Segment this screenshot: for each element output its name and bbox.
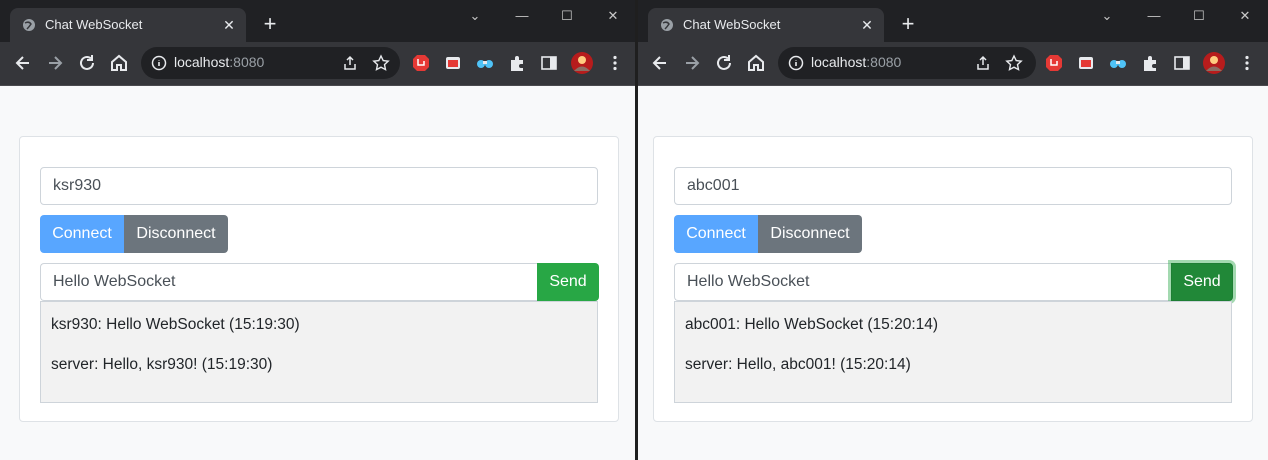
connect-button[interactable]: Connect xyxy=(40,215,124,253)
browser-tab[interactable]: Chat WebSocket ✕ xyxy=(648,8,884,42)
tab-strip: Chat WebSocket ✕ + ⌄ — ☐ ✕ xyxy=(0,0,635,42)
browser-toolbar: localhost:8080 xyxy=(638,42,1268,86)
globe-icon xyxy=(661,19,673,31)
minimize-icon[interactable]: — xyxy=(1140,4,1168,28)
close-window-icon[interactable]: ✕ xyxy=(599,4,627,28)
close-window-icon[interactable]: ✕ xyxy=(1231,4,1259,28)
new-tab-button[interactable]: + xyxy=(896,12,920,36)
minimize-icon[interactable]: — xyxy=(508,4,536,28)
reload-icon[interactable] xyxy=(74,50,100,76)
star-icon[interactable] xyxy=(372,54,390,72)
forward-icon[interactable] xyxy=(42,50,68,76)
close-tab-icon[interactable]: ✕ xyxy=(858,16,876,34)
address-bar[interactable]: localhost:8080 xyxy=(778,47,1036,79)
username-input[interactable]: ksr930 xyxy=(40,167,598,205)
tab-strip: Chat WebSocket ✕ + ⌄ — ☐ ✕ xyxy=(638,0,1268,42)
log-line: server: Hello, abc001! (15:20:14) xyxy=(685,356,911,373)
chevron-down-icon[interactable]: ⌄ xyxy=(461,4,489,28)
log-line: ksr930: Hello WebSocket (15:19:30) xyxy=(51,316,300,333)
disconnect-button[interactable]: Disconnect xyxy=(758,215,862,253)
maximize-icon[interactable]: ☐ xyxy=(1185,4,1213,28)
page-content: abc001 Connect Disconnect Hello WebSocke… xyxy=(638,86,1268,460)
menu-icon[interactable] xyxy=(1238,54,1256,72)
share-icon[interactable] xyxy=(974,54,992,72)
forward-icon[interactable] xyxy=(679,50,705,76)
browser-tab[interactable]: Chat WebSocket ✕ xyxy=(10,8,246,42)
disconnect-button[interactable]: Disconnect xyxy=(124,215,228,253)
avatar[interactable] xyxy=(1202,51,1226,75)
puzzle-icon[interactable] xyxy=(508,54,526,72)
menu-icon[interactable] xyxy=(606,54,624,72)
share-icon[interactable] xyxy=(341,54,359,72)
adblock-icon[interactable] xyxy=(1045,54,1063,72)
url-text: localhost:8080 xyxy=(811,54,902,70)
message-input[interactable]: Hello WebSocket xyxy=(674,263,1171,301)
chat-card: abc001 Connect Disconnect Hello WebSocke… xyxy=(653,136,1253,422)
binoculars-icon[interactable] xyxy=(476,54,494,72)
page-content: ksr930 Connect Disconnect Hello WebSocke… xyxy=(0,86,635,460)
chat-card: ksr930 Connect Disconnect Hello WebSocke… xyxy=(19,136,619,422)
browser-toolbar: localhost:8080 xyxy=(0,42,635,86)
connect-button[interactable]: Connect xyxy=(674,215,758,253)
binoculars-icon[interactable] xyxy=(1109,54,1127,72)
username-input[interactable]: abc001 xyxy=(674,167,1232,205)
sidepanel-icon[interactable] xyxy=(540,54,558,72)
back-icon[interactable] xyxy=(647,50,673,76)
url-text: localhost:8080 xyxy=(174,54,265,70)
star-icon[interactable] xyxy=(1005,54,1023,72)
info-icon[interactable] xyxy=(151,55,167,71)
maximize-icon[interactable]: ☐ xyxy=(553,4,581,28)
message-input[interactable]: Hello WebSocket xyxy=(40,263,537,301)
browser-window-right: Chat WebSocket ✕ + ⌄ — ☐ ✕ localhost:808… xyxy=(638,0,1268,460)
send-button[interactable]: Send xyxy=(537,263,599,301)
send-button[interactable]: Send xyxy=(1171,263,1233,301)
tab-title: Chat WebSocket xyxy=(683,17,781,32)
reload-icon[interactable] xyxy=(711,50,737,76)
avatar[interactable] xyxy=(570,51,594,75)
back-icon[interactable] xyxy=(10,50,36,76)
browser-window-left: Chat WebSocket ✕ + ⌄ — ☐ ✕ localhost:808… xyxy=(0,0,635,460)
log-line: server: Hello, ksr930! (15:19:30) xyxy=(51,356,273,373)
message-log: abc001: Hello WebSocket (15:20:14) serve… xyxy=(674,301,1232,403)
message-log: ksr930: Hello WebSocket (15:19:30) serve… xyxy=(40,301,598,403)
chevron-down-icon[interactable]: ⌄ xyxy=(1093,4,1121,28)
tab-title: Chat WebSocket xyxy=(45,17,143,32)
adblock-icon[interactable] xyxy=(412,54,430,72)
globe-icon xyxy=(23,19,35,31)
address-bar[interactable]: localhost:8080 xyxy=(141,47,400,79)
info-icon[interactable] xyxy=(788,55,804,71)
close-tab-icon[interactable]: ✕ xyxy=(220,16,238,34)
new-tab-button[interactable]: + xyxy=(258,12,282,36)
screenshot-icon[interactable] xyxy=(444,54,462,72)
home-icon[interactable] xyxy=(106,50,132,76)
puzzle-icon[interactable] xyxy=(1141,54,1159,72)
log-line: abc001: Hello WebSocket (15:20:14) xyxy=(685,316,939,333)
home-icon[interactable] xyxy=(743,50,769,76)
screenshot-icon[interactable] xyxy=(1077,54,1095,72)
sidepanel-icon[interactable] xyxy=(1173,54,1191,72)
